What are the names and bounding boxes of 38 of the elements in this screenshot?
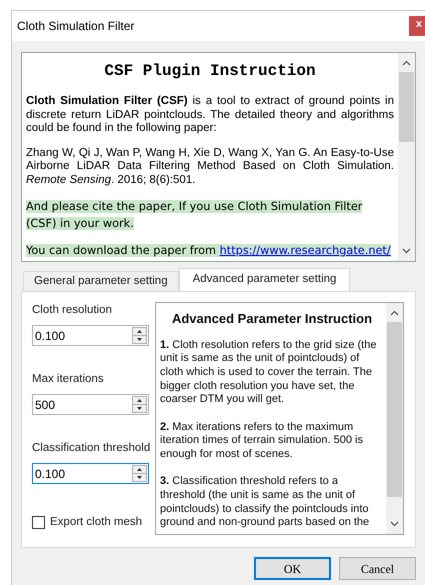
dialog-button[interactable]: Cancel [339,557,416,580]
spin-arrows-icon[interactable] [132,465,147,482]
window-title: Cloth Simulation Filter [17,18,134,35]
spin-arrows-icon[interactable] [132,327,147,344]
field-label: Classification threshold [32,441,150,456]
instruction-paragraph: Zhang W, Qi J, Wan P, Wang H, Xie D, Wang X, Yan G. An Easy-to-Use Airborne LiDAR Data Filtering Method Based on Cloth Simulation. Remote Sensing. 2016; 8(6):501. [26,146,394,187]
field-label: Cloth resolution [32,303,113,318]
scrollbar-thumb[interactable] [387,322,402,497]
dialog-button[interactable]: OK [254,557,331,580]
instruction-item: 1. Cloth resolution refers to the grid size (the unit is same as the unit of pointclouds) of cloth which is used to cover the terrain. The bigger cloth resolution you have set, the coarser DTM you will get. [160,338,378,408]
instruction-paragraph: Cloth Simulation Filter (CSF) is a tool to extract of ground points in discrete return LiDAR pointclouds. The detailed theory and algorithms could be found in the following paper: [26,95,394,136]
instruction-item: 3. Classification threshold refers to a threshold (the unit is same as the unit of pointclouds) to classify the pointclouds into ground and non-ground parts based on the [160,475,370,530]
field-label: Max iterations [32,372,105,387]
advanced-heading: Advanced Parameter Instruction [170,310,374,328]
tab[interactable]: General parameter setting [23,271,179,291]
instruction-heading: CSF Plugin Instruction [103,61,317,82]
spin-box[interactable]: 0.100 [32,325,149,346]
checkbox-label: Export cloth mesh [50,514,142,530]
checkbox[interactable] [32,516,45,529]
instruction-item: 2. Max iterations refers to the maximum iteration times of terrain simulation. 500 is enough for most of scenes. [160,420,364,462]
scroll-up-icon[interactable] [390,310,399,316]
spin-box[interactable]: 500 [32,394,149,416]
spin-value: 0.100 [34,466,66,483]
tab[interactable]: Advanced parameter setting [178,268,350,291]
spin-value: 0.100 [34,328,66,345]
scrollbar[interactable] [398,53,415,261]
citation-note: And please cite the paper, If you use Cloth Simulation Filter (CSF) in your work. [26,199,364,232]
close-button[interactable]: x [409,16,425,36]
spin-value: 500 [34,396,56,414]
scroll-down-icon[interactable] [402,248,411,254]
spin-arrows-icon[interactable] [132,396,147,414]
download-note: You can download the paper from https://www.researchgate.net/ [26,243,392,259]
scroll-up-icon[interactable] [402,60,411,66]
scroll-down-icon[interactable] [390,521,399,527]
spin-box[interactable]: 0.100 [32,463,149,484]
paper-link[interactable]: https://www.researchgate.net/ [220,244,391,257]
scrollbar[interactable] [386,303,403,534]
scrollbar-thumb[interactable] [399,72,414,142]
